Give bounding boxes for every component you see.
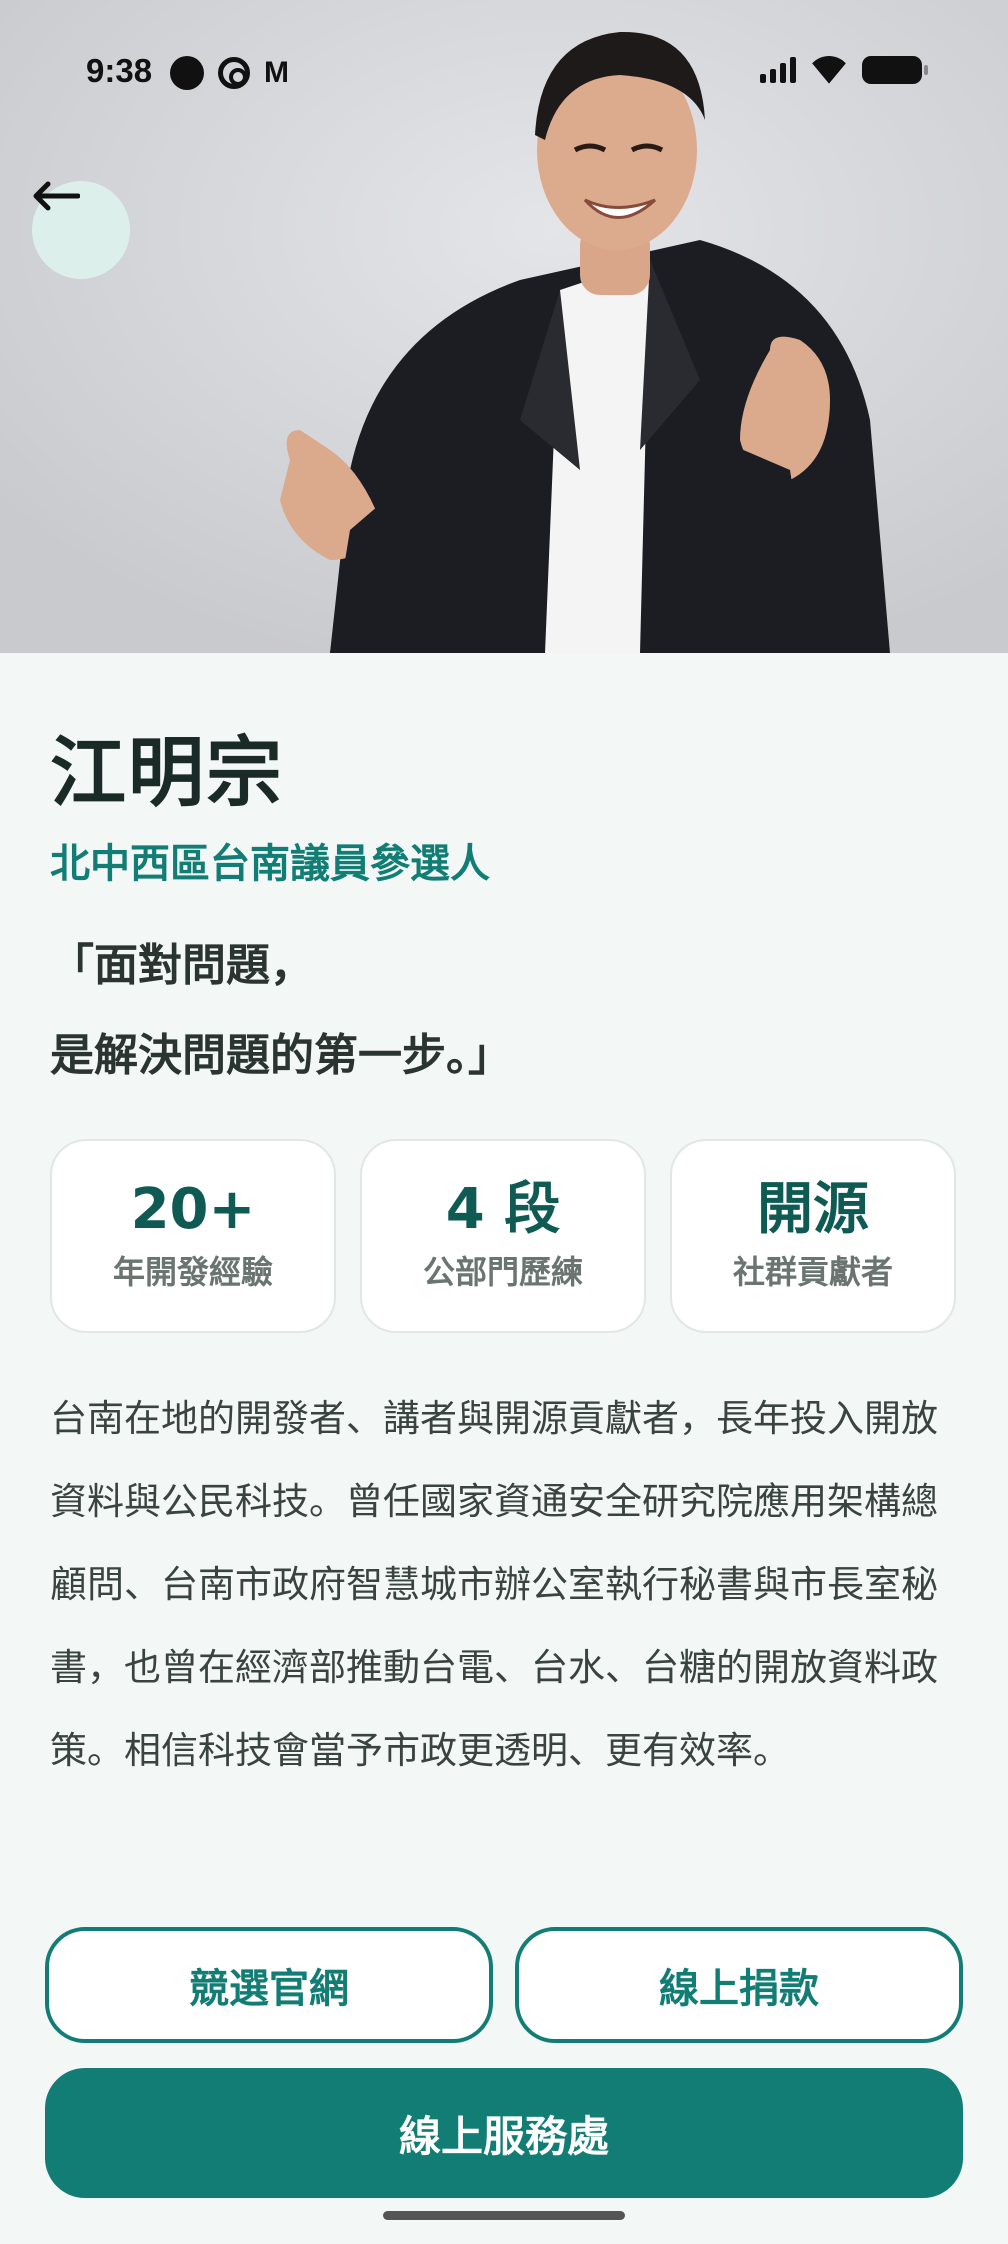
- candidate-profile-screen: 9:38 M 江明宗 北中西區台南議員參選人 「面對問題， 是解決問題的第一步。…: [0, 0, 1008, 2244]
- online-service-office-button[interactable]: 線上服務處: [45, 2068, 963, 2198]
- status-time: 9:38: [86, 52, 153, 89]
- action-buttons: 競選官網 線上捐款: [45, 1927, 963, 2043]
- stat-label: 公部門歷練: [422, 1252, 583, 1291]
- signal-icon: [760, 57, 796, 83]
- system-icons: [760, 56, 928, 84]
- stat-value: 20+: [130, 1177, 256, 1243]
- stat-card-experience: 20+ 年開發經驗: [50, 1139, 336, 1333]
- stat-value: 開源: [757, 1177, 869, 1243]
- quote-line-1: 「面對問題，: [50, 940, 314, 991]
- stats-row: 20+ 年開發經驗 4 段 公部門歷練 開源 社群貢獻者: [50, 1139, 958, 1333]
- quote-line-2: 是解決問題的第一步。」: [50, 1030, 512, 1081]
- battery-icon: [862, 56, 928, 84]
- candidate-subtitle: 北中西區台南議員參選人: [50, 841, 490, 887]
- online-donation-button[interactable]: 線上捐款: [515, 1927, 963, 2043]
- back-button[interactable]: [32, 181, 130, 279]
- candidate-portrait: 9:38 M: [0, 0, 1008, 653]
- campaign-website-button[interactable]: 競選官網: [45, 1927, 493, 2043]
- stat-card-open-source: 開源 社群貢獻者: [670, 1139, 956, 1333]
- stat-label: 社群貢獻者: [732, 1252, 893, 1291]
- candidate-name: 江明宗: [50, 728, 284, 817]
- stat-card-public-sector: 4 段 公部門歷練: [360, 1139, 646, 1333]
- notification-icons: M: [170, 56, 289, 90]
- stat-label: 年開發經驗: [112, 1252, 273, 1291]
- record-icon: [170, 56, 204, 90]
- threads-icon: [218, 57, 250, 89]
- gmail-icon: M: [264, 56, 289, 89]
- wifi-icon: [810, 56, 848, 84]
- candidate-bio: 台南在地的開發者、講者與開源貢獻者，長年投入開放資料與公民科技。曾任國家資通安全…: [50, 1397, 938, 1772]
- home-indicator[interactable]: [383, 2211, 625, 2220]
- status-bar: 9:38 M: [0, 0, 1008, 150]
- stat-value: 4 段: [445, 1177, 561, 1243]
- arrow-left-icon: [33, 181, 80, 211]
